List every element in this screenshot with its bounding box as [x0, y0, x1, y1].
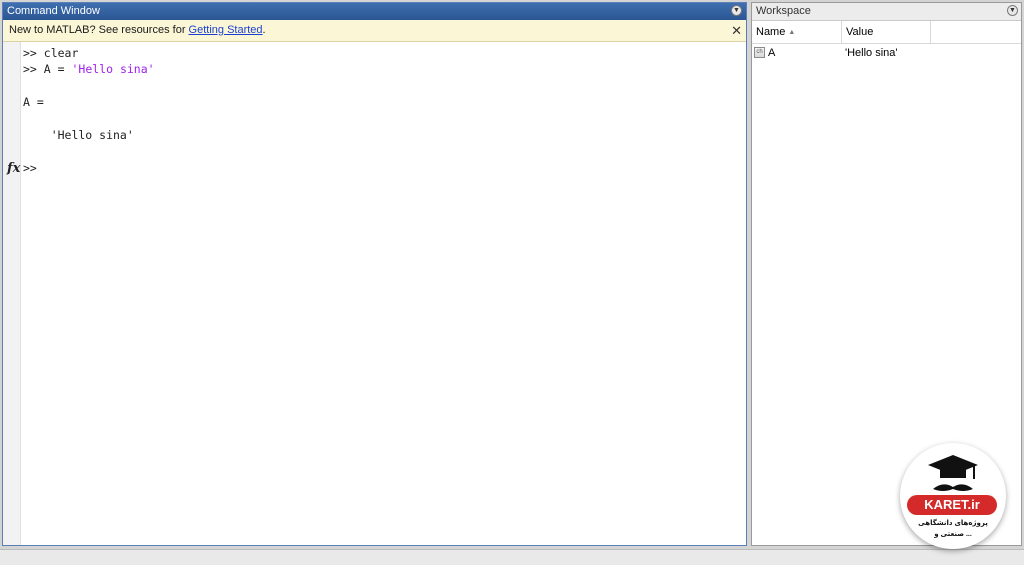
- variable-value: 'Hello sina': [845, 47, 898, 59]
- command-prompt[interactable]: >>: [23, 161, 37, 175]
- logo-brand: KARET.ir: [907, 495, 997, 515]
- output-line: 'Hello sina': [23, 128, 134, 142]
- command-window-titlebar: Command Window ▼: [3, 3, 746, 20]
- workspace-row[interactable]: ch A 'Hello sina': [752, 45, 1021, 61]
- command-output[interactable]: >> clear >> A = 'Hello sina' A = 'Hello …: [23, 46, 742, 541]
- panel-menu-icon[interactable]: ▼: [1007, 5, 1018, 16]
- workspace-title: Workspace: [756, 5, 811, 17]
- column-value-header[interactable]: Value: [842, 21, 931, 43]
- logo-tagline: پروژه‌های دانشگاهی: [918, 520, 988, 527]
- graduation-cap-icon: [928, 455, 978, 491]
- close-notice-icon[interactable]: ✕: [731, 20, 742, 41]
- function-browser-icon[interactable]: fx: [7, 161, 20, 176]
- workspace-header: Name ▲ Value: [752, 21, 1021, 44]
- column-name-header[interactable]: Name ▲: [752, 21, 842, 43]
- command-gutter: [3, 42, 21, 545]
- getting-started-notice: New to MATLAB? See resources for Getting…: [3, 20, 746, 42]
- panel-menu-icon[interactable]: ▼: [731, 5, 742, 16]
- status-bar: [0, 549, 1024, 565]
- command-line: >> A = 'Hello sina': [23, 62, 155, 76]
- workspace-titlebar: Workspace ▼: [752, 3, 1021, 21]
- char-array-icon: ch: [754, 47, 765, 58]
- command-line: >> clear: [23, 46, 79, 60]
- logo-tagline: صنعتی و ...: [934, 531, 972, 538]
- karet-logo: KARET.ir پروژه‌های دانشگاهی صنعتی و ...: [900, 443, 1006, 549]
- getting-started-link[interactable]: Getting Started: [189, 24, 263, 36]
- sort-ascending-icon: ▲: [788, 29, 796, 36]
- output-line: A =: [23, 95, 44, 109]
- notice-suffix: .: [262, 24, 266, 36]
- notice-text: New to MATLAB? See resources for: [9, 24, 189, 36]
- command-window-panel: Command Window ▼ New to MATLAB? See reso…: [2, 2, 747, 546]
- variable-name: A: [768, 47, 776, 59]
- command-window-title: Command Window: [7, 5, 100, 17]
